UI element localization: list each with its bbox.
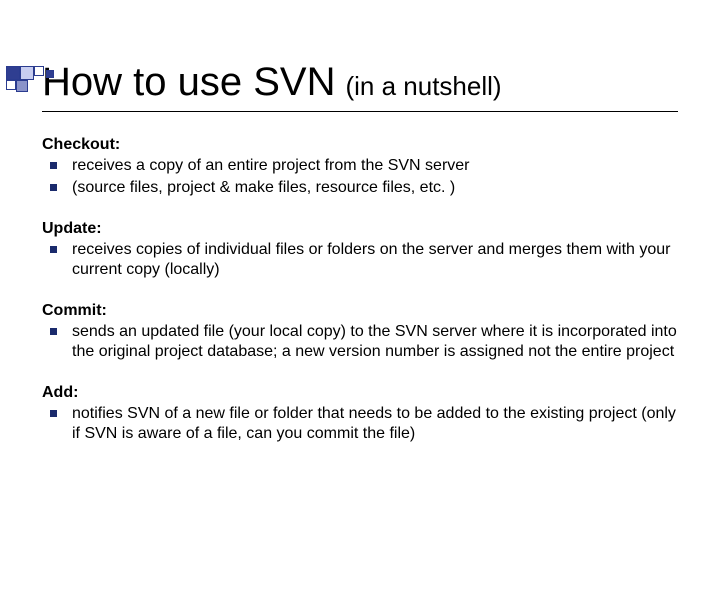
list-item: (source files, project & make files, res… (42, 178, 678, 198)
section-commit: Commit: sends an updated file (your loca… (42, 302, 678, 362)
section-heading: Add: (42, 384, 678, 402)
section-checkout: Checkout: receives a copy of an entire p… (42, 136, 678, 198)
list-item: receives copies of individual files or f… (42, 240, 678, 280)
section-add: Add: notifies SVN of a new file or folde… (42, 384, 678, 444)
slide-title: How to use SVN (in a nutshell) (42, 60, 678, 105)
list-item: notifies SVN of a new file or folder tha… (42, 404, 678, 444)
bullet-text: sends an updated file (your local copy) … (72, 322, 678, 362)
corner-decoration (6, 66, 74, 88)
title-rule (42, 111, 678, 112)
bullet-list: receives a copy of an entire project fro… (42, 156, 678, 198)
bullet-text: receives a copy of an entire project fro… (72, 157, 470, 174)
section-heading: Commit: (42, 302, 678, 320)
title-main: How to use SVN (42, 60, 335, 105)
bullet-text: (source files, project & make files, res… (72, 179, 455, 196)
bullet-list: receives copies of individual files or f… (42, 240, 678, 280)
list-item: sends an updated file (your local copy) … (42, 322, 678, 362)
bullet-list: notifies SVN of a new file or folder tha… (42, 404, 678, 444)
title-sub: (in a nutshell) (345, 71, 501, 102)
bullet-text: receives copies of individual files or f… (72, 240, 678, 280)
bullet-text: notifies SVN of a new file or folder tha… (72, 404, 678, 444)
list-item: receives a copy of an entire project fro… (42, 156, 678, 176)
section-heading: Checkout: (42, 136, 678, 154)
bullet-list: sends an updated file (your local copy) … (42, 322, 678, 362)
section-heading: Update: (42, 220, 678, 238)
slide: How to use SVN (in a nutshell) Checkout:… (0, 60, 720, 444)
section-update: Update: receives copies of individual fi… (42, 220, 678, 280)
